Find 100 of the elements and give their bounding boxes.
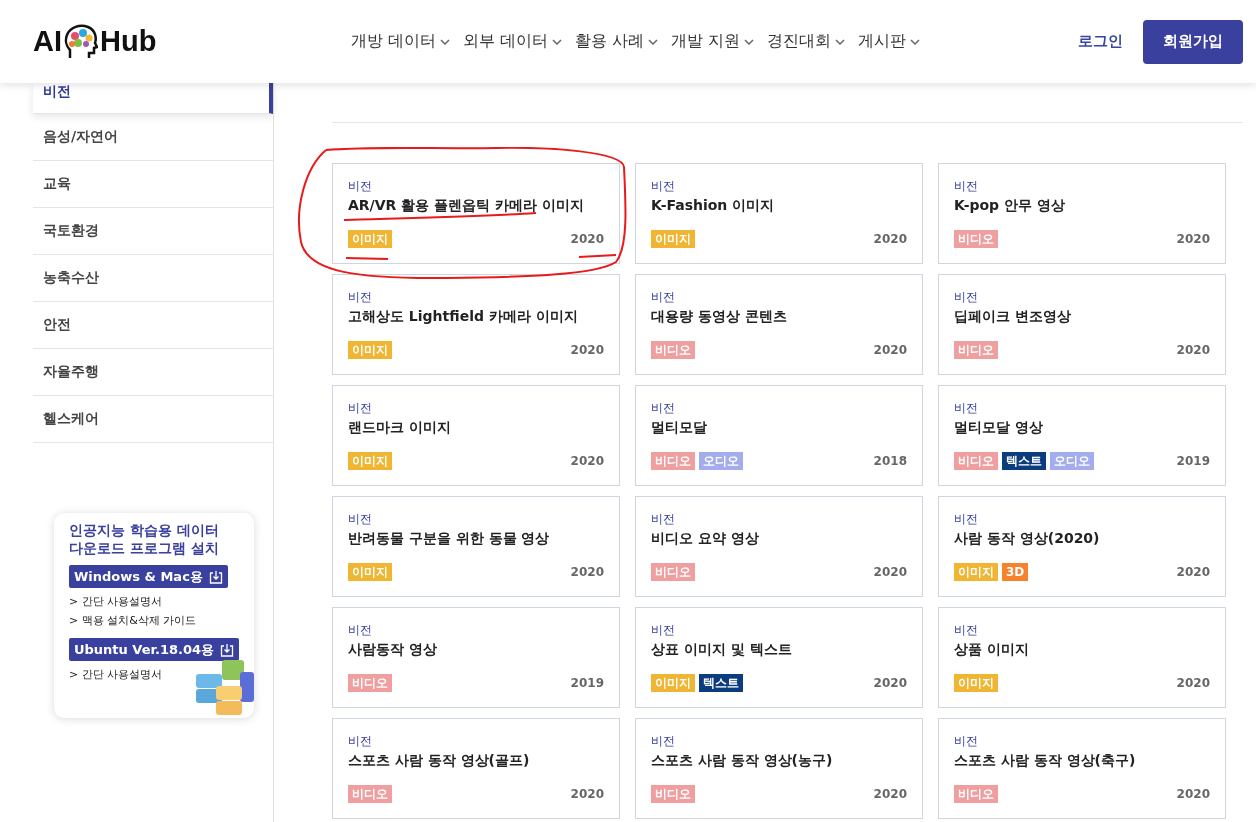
card-year: 2020 xyxy=(873,232,907,246)
type-tag: 비디오 xyxy=(954,341,998,359)
card-category: 비전 xyxy=(651,733,676,749)
nav-menu-item[interactable]: 개발 지원 xyxy=(671,31,755,52)
sidebar-item[interactable]: 음성/자연어 xyxy=(33,114,273,161)
nav-menu-item[interactable]: 활용 사례 xyxy=(575,31,659,52)
sidebar-item[interactable]: 국토환경 xyxy=(33,208,273,255)
guide-link[interactable]: > 맥용 설치&삭제 가이드 xyxy=(69,611,197,630)
card-year: 2019 xyxy=(1176,454,1210,468)
guide-link[interactable]: > 간단 사용설명서 xyxy=(69,665,163,684)
nav-menu-item[interactable]: 게시판 xyxy=(858,31,921,52)
dataset-card[interactable]: 비전 대용량 동영상 콘텐츠 비디오 2020 xyxy=(635,274,923,375)
card-year: 2020 xyxy=(570,232,604,246)
card-category: 비전 xyxy=(348,400,373,416)
type-tag: 이미지 xyxy=(348,563,392,581)
guide-link[interactable]: > 간단 사용설명서 xyxy=(69,592,163,611)
nav-menu-item[interactable]: 개방 데이터 xyxy=(351,31,451,52)
card-title: K-pop 안무 영상 xyxy=(954,197,1066,215)
type-tag: 이미지 xyxy=(651,230,695,248)
nav-menu-item[interactable]: 경진대회 xyxy=(767,31,846,52)
dataset-card[interactable]: 비전 AR/VR 활용 플렌옵틱 카메라 이미지 이미지 2020 xyxy=(332,163,620,264)
card-title: 반려동물 구분을 위한 동물 영상 xyxy=(348,530,551,548)
download-button[interactable]: Ubuntu Ver.18.04용 xyxy=(69,638,240,661)
dataset-card[interactable]: 비전 스포츠 사람 동작 영상(골프) 비디오 2020 xyxy=(332,718,620,819)
type-tag: 비디오 xyxy=(954,785,998,803)
sidebar-item[interactable]: 자율주행 xyxy=(33,349,273,396)
type-tag: 비디오 xyxy=(954,452,998,470)
card-year: 2020 xyxy=(570,787,604,801)
dataset-card[interactable]: 비전 반려동물 구분을 위한 동물 영상 이미지 2020 xyxy=(332,496,620,597)
signup-button[interactable]: 회원가입 xyxy=(1143,19,1243,64)
dataset-card[interactable]: 비전 사람동작 영상 비디오 2019 xyxy=(332,607,620,708)
dataset-card[interactable]: 비전 상표 이미지 및 텍스트 이미지 텍스트 2020 xyxy=(635,607,923,708)
sidebar-item[interactable]: 농축수산 xyxy=(33,255,273,302)
card-category: 비전 xyxy=(348,178,373,194)
logo-text[interactable]: AI xyxy=(33,25,62,58)
type-tag: 비디오 xyxy=(348,785,392,803)
dataset-card[interactable]: 비전 멀티모달 비디오 오디오 2018 xyxy=(635,385,923,486)
sidebar-item[interactable]: 헬스케어 xyxy=(33,396,273,443)
card-year: 2020 xyxy=(570,454,604,468)
card-category: 비전 xyxy=(348,733,373,749)
card-year: 2020 xyxy=(1176,787,1210,801)
dataset-card[interactable]: 비전 사람 동작 영상(2020) 이미지 3D 2020 xyxy=(938,496,1226,597)
sidebar-item[interactable]: 안전 xyxy=(33,302,273,349)
dataset-card[interactable]: 비전 고해상도 Lightfield 카메라 이미지 이미지 2020 xyxy=(332,274,620,375)
card-category: 비전 xyxy=(651,178,676,194)
chevron-down-icon xyxy=(910,38,921,45)
dataset-card[interactable]: 비전 비디오 요약 영상 비디오 2020 xyxy=(635,496,923,597)
card-year: 2020 xyxy=(570,565,604,579)
chevron-down-icon xyxy=(552,38,563,45)
dataset-card[interactable]: 비전 딥페이크 변조영상 비디오 2020 xyxy=(938,274,1226,375)
dataset-card[interactable]: 비전 K-Fashion 이미지 이미지 2020 xyxy=(635,163,923,264)
card-category: 비전 xyxy=(954,622,979,638)
chevron-down-icon xyxy=(440,38,451,45)
dataset-card[interactable]: 비전 스포츠 사람 동작 영상(농구) 비디오 2020 xyxy=(635,718,923,819)
card-category: 비전 xyxy=(954,178,979,194)
type-tag: 이미지 xyxy=(348,452,392,470)
type-tag: 비디오 xyxy=(954,230,998,248)
chevron-down-icon xyxy=(744,38,755,45)
card-title: 랜드마크 이미지 xyxy=(348,419,452,437)
card-category: 비전 xyxy=(651,400,676,416)
card-year: 2020 xyxy=(1176,232,1210,246)
card-year: 2020 xyxy=(873,676,907,690)
card-title: 비디오 요약 영상 xyxy=(651,530,760,548)
card-title: 고해상도 Lightfield 카메라 이미지 xyxy=(348,308,579,326)
logo-text[interactable]: Hub xyxy=(100,25,157,58)
card-year: 2020 xyxy=(1176,565,1210,579)
download-title: 인공지능 학습용 데이터 다운로드 프로그램 설치 xyxy=(69,521,219,557)
sidebar-item[interactable]: 교육 xyxy=(33,161,273,208)
card-year: 2018 xyxy=(873,454,907,468)
card-title: 멀티모달 xyxy=(651,419,708,437)
download-icon xyxy=(220,642,235,657)
card-title: 대용량 동영상 콘텐츠 xyxy=(651,308,788,326)
type-tag: 이미지 xyxy=(348,341,392,359)
type-tag: 이미지 xyxy=(954,674,998,692)
type-tag: 이미지 xyxy=(651,674,695,692)
dataset-card[interactable]: 비전 스포츠 사람 동작 영상(축구) 비디오 2020 xyxy=(938,718,1226,819)
card-title: 스포츠 사람 동작 영상(농구) xyxy=(651,752,834,770)
type-tag: 오디오 xyxy=(699,452,743,470)
card-year: 2020 xyxy=(873,787,907,801)
dataset-card[interactable]: 비전 상품 이미지 이미지 2020 xyxy=(938,607,1226,708)
login-link[interactable]: 로그인 xyxy=(1078,32,1123,51)
dataset-card[interactable]: 비전 랜드마크 이미지 이미지 2020 xyxy=(332,385,620,486)
type-tag: 오디오 xyxy=(1050,452,1094,470)
card-category: 비전 xyxy=(348,622,373,638)
card-year: 2020 xyxy=(873,565,907,579)
card-title: 상품 이미지 xyxy=(954,641,1030,659)
card-category: 비전 xyxy=(954,733,979,749)
dataset-card[interactable]: 비전 멀티모달 영상 비디오 텍스트 오디오 2019 xyxy=(938,385,1226,486)
card-title: 사람동작 영상 xyxy=(348,641,438,659)
card-category: 비전 xyxy=(348,511,373,527)
dataset-card[interactable]: 비전 K-pop 안무 영상 비디오 2020 xyxy=(938,163,1226,264)
download-button[interactable]: Windows & Mac용 xyxy=(69,565,228,588)
card-category: 비전 xyxy=(954,400,979,416)
type-tag: 비디오 xyxy=(651,563,695,581)
card-year: 2020 xyxy=(873,343,907,357)
card-title: 딥페이크 변조영상 xyxy=(954,308,1072,326)
type-tag: 텍스트 xyxy=(699,674,743,692)
card-title: K-Fashion 이미지 xyxy=(651,197,776,215)
nav-menu-item[interactable]: 외부 데이터 xyxy=(463,31,563,52)
sidebar-item[interactable]: 비전 xyxy=(33,83,273,114)
